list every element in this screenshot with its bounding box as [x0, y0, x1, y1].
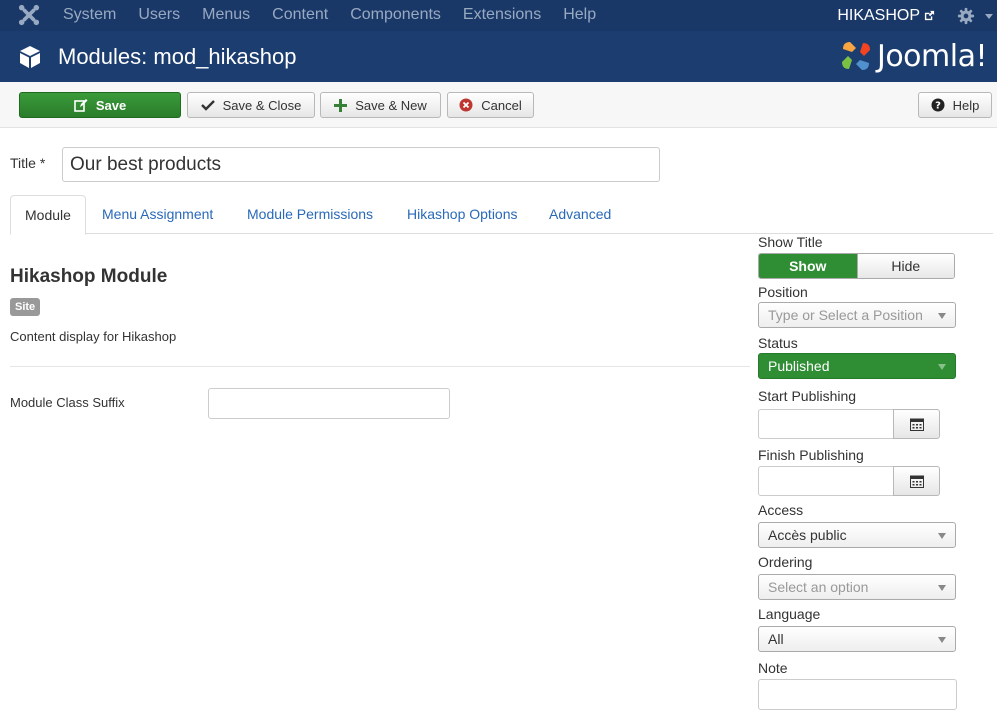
tab-module[interactable]: Module [10, 195, 86, 235]
start-publishing-input[interactable] [758, 409, 894, 439]
joomla-brand-logo: Joomla! [839, 36, 988, 76]
tab-module-permissions[interactable]: Module Permissions [233, 195, 387, 234]
status-select[interactable]: Published [758, 353, 956, 379]
module-class-suffix-input[interactable] [208, 388, 450, 419]
module-class-suffix-label: Module Class Suffix [10, 395, 125, 410]
tab-menu-assignment[interactable]: Menu Assignment [88, 195, 227, 234]
page-title: Modules: mod_hikashop [58, 44, 297, 69]
tab-hikashop-options[interactable]: Hikashop Options [393, 195, 532, 234]
joomla-wordmark: Joomla! [876, 38, 988, 74]
hide-option[interactable]: Hide [856, 254, 954, 278]
site-badge: Site [10, 298, 41, 316]
caret-down-icon [938, 637, 946, 643]
module-heading: Hikashop Module [10, 266, 168, 287]
position-select[interactable]: Type or Select a Position [758, 302, 956, 328]
menu-content[interactable]: Content [261, 0, 339, 31]
site-link-label: HIKASHOP [837, 6, 920, 24]
note-input[interactable] [758, 679, 957, 710]
menu-help[interactable]: Help [552, 0, 607, 31]
cube-icon [20, 46, 40, 68]
finish-publishing-label: Finish Publishing [758, 447, 864, 463]
ordering-select[interactable]: Select an option [758, 574, 956, 600]
toolbar: Save Save & Close Save & New Cancel ? He… [0, 82, 997, 128]
title-input[interactable]: Our best products [62, 147, 660, 182]
main-menu: System Users Menus Content Components Ex… [52, 0, 607, 31]
language-select[interactable]: All [758, 626, 956, 652]
joomla-flower-icon [841, 42, 870, 70]
caret-down-icon [938, 364, 946, 370]
site-link[interactable]: HIKASHOP [837, 7, 935, 25]
save-button[interactable]: Save [19, 92, 181, 118]
access-label: Access [758, 502, 804, 518]
show-title-toggle: Show Hide [758, 253, 955, 279]
caret-down-icon [985, 13, 993, 19]
caret-down-icon [938, 585, 946, 591]
external-link-icon [924, 10, 935, 21]
help-label: Help [952, 97, 980, 113]
start-publishing-calendar-button[interactable] [893, 409, 940, 439]
note-label: Note [758, 660, 788, 676]
ordering-label: Ordering [758, 554, 813, 570]
save-close-button[interactable]: Save & Close [187, 92, 315, 118]
gear-icon[interactable] [957, 7, 975, 25]
module-description: Content display for Hikashop [10, 329, 177, 344]
ordering-placeholder: Select an option [768, 579, 869, 595]
cancel-label: Cancel [481, 97, 522, 113]
title-label: Title * [10, 155, 46, 171]
check-icon [200, 100, 215, 111]
save-new-label: Save & New [355, 97, 427, 113]
status-label: Status [758, 335, 798, 351]
access-value: Accès public [768, 527, 847, 543]
menu-menus[interactable]: Menus [191, 0, 261, 31]
edit-icon [74, 99, 88, 112]
show-title-label: Show Title [758, 234, 823, 250]
save-label: Save [95, 97, 127, 113]
cancel-button[interactable]: Cancel [447, 92, 534, 118]
position-placeholder: Type or Select a Position [768, 307, 923, 323]
finish-publishing-input[interactable] [758, 466, 894, 496]
svg-text:?: ? [935, 101, 941, 112]
page-header: Modules: mod_hikashop Joomla! [0, 31, 997, 82]
question-icon: ? [931, 98, 945, 112]
finish-publishing-calendar-button[interactable] [893, 466, 940, 496]
tab-advanced[interactable]: Advanced [535, 195, 625, 234]
language-label: Language [758, 606, 821, 622]
navbar-right: HIKASHOP [837, 0, 997, 31]
save-close-label: Save & Close [222, 97, 302, 113]
divider [10, 366, 750, 367]
caret-down-icon [938, 313, 946, 319]
start-publishing-label: Start Publishing [758, 388, 857, 404]
menu-components[interactable]: Components [339, 0, 452, 31]
calendar-icon [909, 475, 924, 488]
language-value: All [768, 631, 784, 647]
status-value: Published [768, 358, 830, 374]
joomla-logo-icon[interactable] [18, 4, 40, 26]
access-select[interactable]: Accès public [758, 522, 956, 548]
top-navbar: System Users Menus Content Components Ex… [0, 0, 997, 31]
menu-users[interactable]: Users [127, 0, 191, 31]
show-option[interactable]: Show [759, 254, 857, 278]
calendar-icon [909, 418, 924, 431]
menu-system[interactable]: System [52, 0, 127, 31]
save-new-button[interactable]: Save & New [320, 92, 441, 118]
tab-bar: Module Menu Assignment Module Permission… [10, 195, 993, 235]
position-label: Position [758, 284, 808, 300]
cancel-icon [459, 98, 473, 112]
menu-extensions[interactable]: Extensions [452, 0, 552, 31]
help-button[interactable]: ? Help [918, 92, 992, 118]
plus-icon [334, 98, 348, 112]
caret-down-icon [938, 533, 946, 539]
